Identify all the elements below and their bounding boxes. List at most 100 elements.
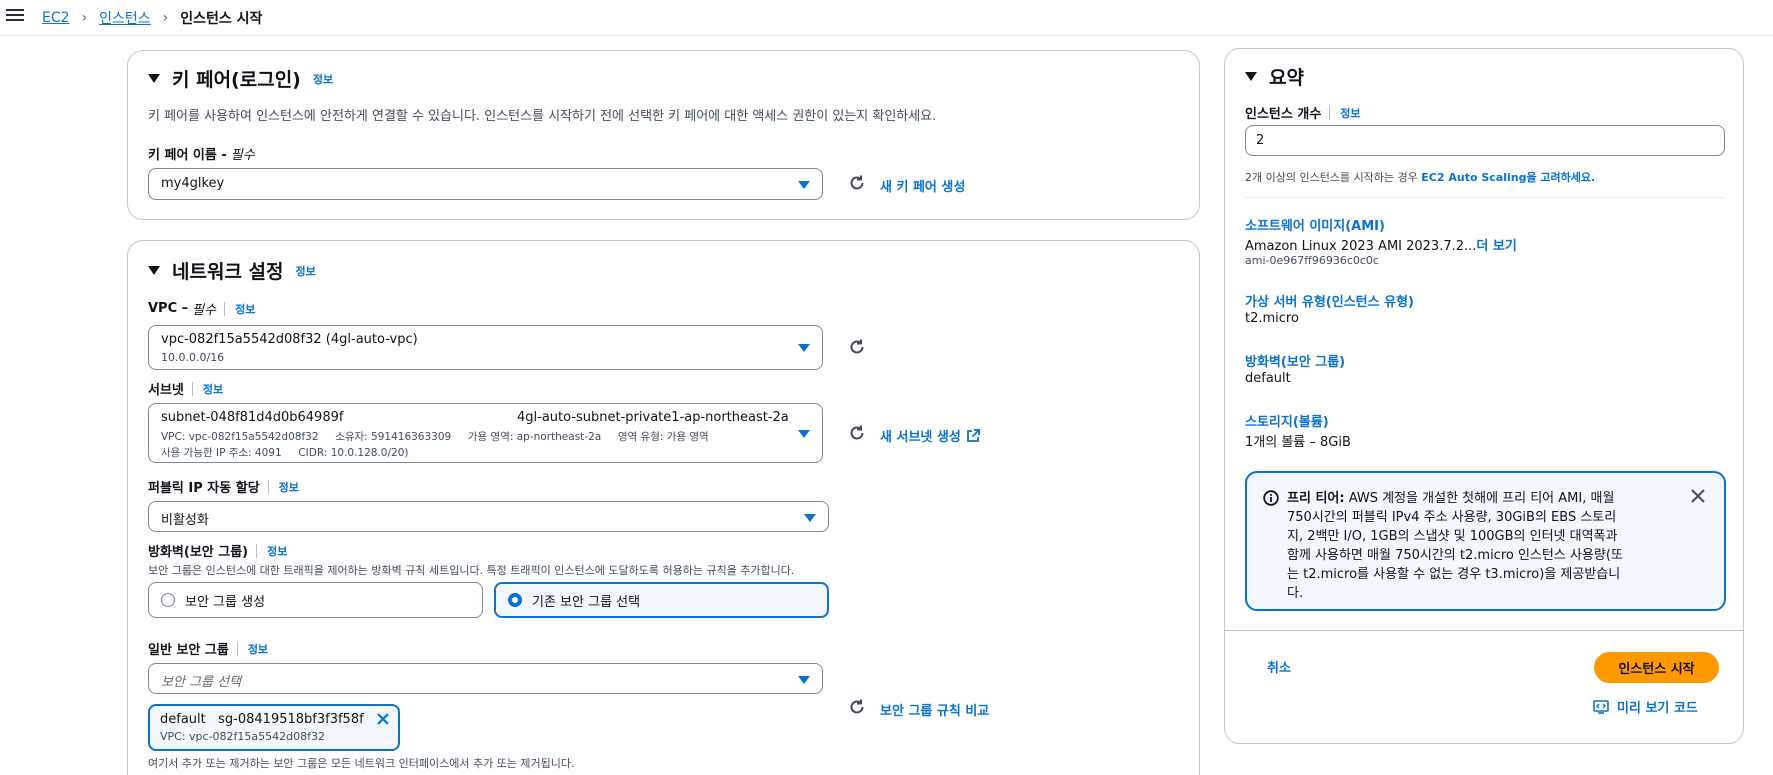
- free-tier-text: 프리 티어: AWS 계정을 개설한 첫해에 프리 티어 AMI, 매월 750…: [1287, 489, 1627, 603]
- vpc-select[interactable]: vpc-082f15a5542d08f32 (4gl-auto-vpc) 10.…: [148, 325, 823, 370]
- network-info-link[interactable]: 정보: [296, 263, 316, 279]
- create-keypair-link[interactable]: 새 키 페어 생성: [880, 176, 965, 195]
- caret-down-icon: [148, 266, 160, 275]
- radio-create-security-group[interactable]: 보안 그룹 생성: [148, 582, 483, 618]
- summary-title-row[interactable]: 요약: [1245, 63, 1304, 90]
- create-subnet-link[interactable]: 새 서브넷 생성: [880, 426, 980, 445]
- launch-instance-button[interactable]: 인스턴스 시작: [1594, 652, 1719, 683]
- dropdown-arrow-icon: [798, 181, 810, 189]
- divider: [224, 301, 226, 316]
- keypair-info-link[interactable]: 정보: [313, 71, 333, 87]
- public-ip-info-link[interactable]: 정보: [279, 479, 299, 495]
- storage-value: 1개의 볼륨 – 8GiB: [1245, 435, 1351, 450]
- ami-id: ami-0e967ff96936c0c0c: [1245, 254, 1379, 267]
- hint-text: 2개 이상의 인스턴스를 시작하는 경우: [1245, 171, 1422, 184]
- breadcrumb-ec2[interactable]: EC2: [42, 10, 70, 26]
- refresh-icon[interactable]: [848, 424, 866, 442]
- refresh-icon[interactable]: [848, 698, 866, 716]
- security-group-footnote: 여기서 추가 또는 제거하는 보안 그룹은 모든 네트워크 인터페이스에서 추가…: [148, 757, 575, 770]
- public-ip-value: 비활성화: [161, 513, 209, 528]
- breadcrumb: EC2 › 인스턴스 › 인스턴스 시작: [42, 8, 262, 28]
- keypair-name-label-text: 키 페어 이름 -: [148, 148, 227, 163]
- security-group-token: default sg-08419518bf3f3f58f VPC: vpc-08…: [148, 704, 400, 751]
- free-tier-body: AWS 계정을 개설한 첫해에 프리 티어 AMI, 매월 750시간의 퍼블릭…: [1287, 491, 1623, 601]
- divider: [1225, 630, 1743, 631]
- menu-icon[interactable]: [6, 6, 24, 26]
- subnet-info-link[interactable]: 정보: [203, 381, 223, 397]
- instance-type-value: t2.micro: [1245, 311, 1299, 326]
- preview-code-label: 미리 보기 코드: [1617, 701, 1698, 716]
- caret-down-icon: [148, 74, 160, 83]
- required-text: 필수: [192, 303, 217, 318]
- info-icon: [1263, 490, 1279, 506]
- close-icon[interactable]: [1690, 488, 1706, 504]
- subnet-details-ip: 사용 가능한 IP 주소: 4091 CIDR: 10.0.128.0/20): [161, 447, 409, 459]
- preview-code-icon: [1593, 699, 1609, 714]
- firewall-summary-value: default: [1245, 371, 1291, 386]
- ami-value: Amazon Linux 2023 AMI 2023.7.2...: [1245, 239, 1477, 254]
- close-icon[interactable]: [376, 712, 390, 726]
- divider: [191, 381, 193, 396]
- security-group-select[interactable]: 보안 그룹 선택: [148, 663, 823, 694]
- vpc-info-link[interactable]: 정보: [235, 301, 255, 317]
- instance-count-label: 인스턴스 개수 정보: [1245, 103, 1361, 122]
- ami-link[interactable]: 소프트웨어 이미지(AMI): [1245, 215, 1385, 234]
- keypair-title: 키 페어(로그인): [172, 69, 301, 91]
- divider: [1329, 105, 1331, 120]
- instance-type-link[interactable]: 가상 서버 유형(인스턴스 유형): [1245, 291, 1414, 310]
- compare-sg-rules-link[interactable]: 보안 그룹 규칙 비교: [880, 700, 989, 719]
- preview-code-button[interactable]: 미리 보기 코드: [1593, 697, 1698, 716]
- keypair-description: 키 페어를 사용하여 인스턴스에 안전하게 연결할 수 있습니다. 인스턴스를 …: [148, 109, 937, 124]
- divider: [236, 641, 238, 656]
- divider: [1245, 197, 1725, 198]
- radio-existing-security-group[interactable]: 기존 보안 그룹 선택: [494, 582, 829, 618]
- firewall-summary-link[interactable]: 방화벽(보안 그룹): [1245, 351, 1345, 370]
- keypair-panel: 키 페어(로그인) 정보 키 페어를 사용하여 인스턴스에 안전하게 연결할 수…: [127, 50, 1200, 220]
- subnet-label: 서브넷 정보: [148, 379, 223, 398]
- radio-button-selected[interactable]: [508, 593, 522, 607]
- public-ip-label: 퍼블릭 IP 자동 할당 정보: [148, 477, 299, 496]
- vpc-label: VPC – 필수 정보: [148, 299, 255, 318]
- top-bar: EC2 › 인스턴스 › 인스턴스 시작: [0, 0, 1773, 36]
- divider: [256, 543, 258, 558]
- chevron-right-icon: ›: [162, 10, 169, 26]
- vpc-value: vpc-082f15a5542d08f32 (4gl-auto-vpc): [161, 332, 418, 347]
- auto-scaling-link[interactable]: EC2 Auto Scaling을 고려하세요.: [1421, 171, 1595, 184]
- public-ip-select[interactable]: 비활성화: [148, 501, 829, 532]
- dropdown-arrow-icon: [804, 514, 816, 522]
- network-title-row[interactable]: 네트워크 설정 정보: [148, 257, 316, 284]
- common-sg-label-text: 일반 보안 그룹: [148, 643, 229, 658]
- instance-count-value: 2: [1256, 133, 1265, 148]
- security-group-placeholder: 보안 그룹 선택: [161, 675, 242, 690]
- security-group-token-name: default sg-08419518bf3f3f58f: [160, 712, 364, 727]
- radio-button[interactable]: [161, 593, 175, 607]
- subnet-label-text: 서브넷: [148, 383, 184, 398]
- refresh-icon[interactable]: [848, 174, 866, 192]
- keypair-select[interactable]: my4glkey: [148, 168, 823, 200]
- refresh-icon[interactable]: [848, 338, 866, 356]
- instance-count-info-link[interactable]: 정보: [1340, 105, 1360, 121]
- instance-count-hint: 2개 이상의 인스턴스를 시작하는 경우 EC2 Auto Scaling을 고…: [1245, 169, 1595, 185]
- network-panel: 네트워크 설정 정보 VPC – 필수 정보 vpc-082f15a5542d0…: [127, 240, 1200, 775]
- firewall-info-link[interactable]: 정보: [267, 543, 287, 559]
- subnet-id: subnet-048f81d4d0b64989f: [161, 410, 344, 425]
- instance-count-input[interactable]: 2: [1245, 125, 1725, 156]
- firewall-label-text: 방화벽(보안 그룹): [148, 545, 249, 560]
- breadcrumb-current: 인스턴스 시작: [180, 11, 263, 27]
- subnet-select[interactable]: subnet-048f81d4d0b64989f 4gl-auto-subnet…: [148, 403, 823, 463]
- breadcrumb-instances[interactable]: 인스턴스: [99, 8, 151, 28]
- cancel-button[interactable]: 취소: [1267, 657, 1291, 676]
- firewall-description: 보안 그룹은 인스턴스에 대한 트래픽을 제어하는 방화벽 규칙 세트입니다. …: [148, 564, 795, 577]
- summary-panel: 요약 인스턴스 개수 정보 2 2개 이상의 인스턴스를 시작하는 경우 EC2…: [1224, 48, 1744, 744]
- common-sg-info-link[interactable]: 정보: [248, 641, 268, 657]
- ami-more-link[interactable]: 더 보기: [1476, 239, 1516, 254]
- dropdown-arrow-icon: [798, 676, 810, 684]
- create-subnet-label: 새 서브넷 생성: [880, 430, 961, 445]
- firewall-label: 방화벽(보안 그룹) 정보: [148, 541, 287, 560]
- storage-link[interactable]: 스토리지(볼륨): [1245, 411, 1329, 430]
- ami-value-row: Amazon Linux 2023 AMI 2023.7.2...더 보기: [1245, 235, 1517, 254]
- keypair-title-row[interactable]: 키 페어(로그인) 정보: [148, 65, 333, 92]
- keypair-selected-value: my4glkey: [161, 176, 225, 191]
- required-text: 필수: [230, 148, 255, 163]
- external-link-icon: [966, 428, 980, 442]
